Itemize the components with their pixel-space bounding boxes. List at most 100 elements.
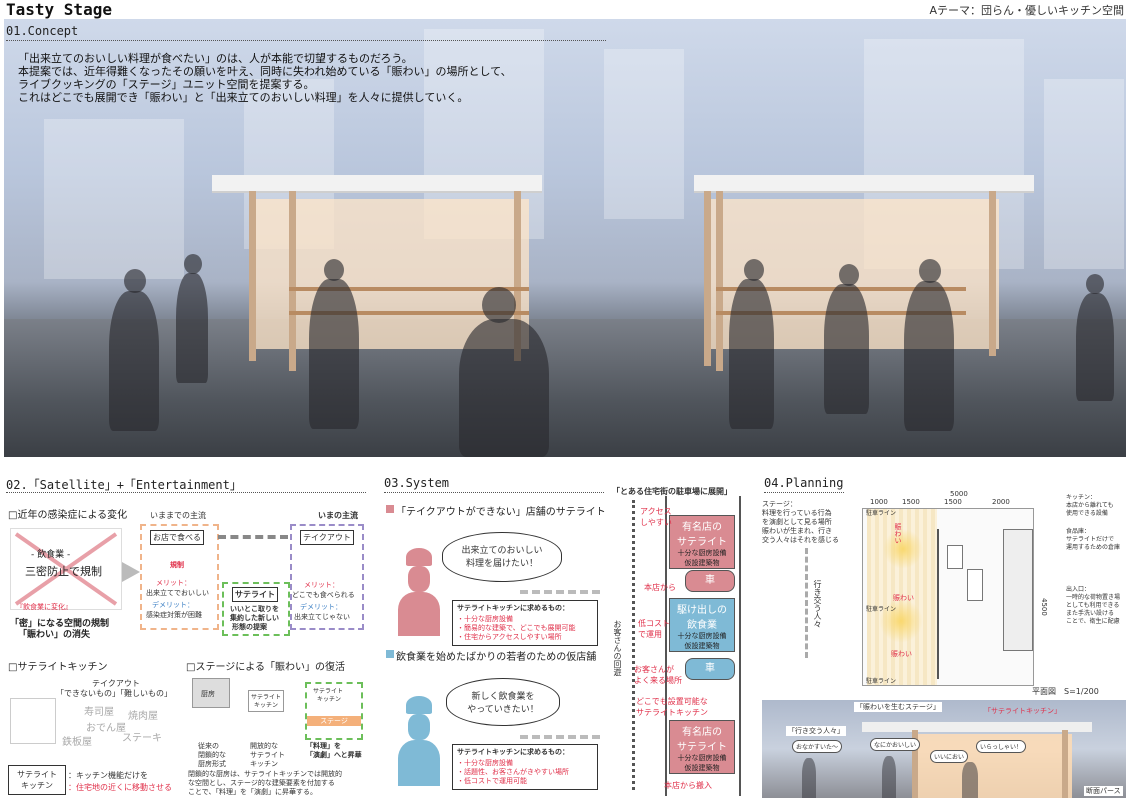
kitchen-note: キッチン： 本店から離れても 使用できる設備 xyxy=(1066,494,1114,518)
note-line: 運用するための倉庫 xyxy=(1066,544,1121,551)
sk-small-label: キッチン xyxy=(254,702,279,709)
anywhere-note: どこでも設置可能な サテライトキッチン xyxy=(636,696,708,718)
sk-label: キッチン xyxy=(21,781,53,790)
concept-line: これはどこでも展開でき「賑わい」と「出来立てのおいしい料理」を人々に提供していく… xyxy=(18,91,469,104)
note-line: 食品庫： xyxy=(1066,528,1091,535)
merit-label: メリット： xyxy=(304,581,339,589)
shop-sub: 十分な厨房設備 xyxy=(677,632,727,640)
shop-name: おでん屋 xyxy=(86,723,126,734)
bubble-line: やっていきたい！ xyxy=(467,705,539,715)
persp-bubble: なにかおいしい xyxy=(870,738,921,751)
merit-label: メリット： xyxy=(156,579,191,587)
chef-silhouette-blue xyxy=(398,696,440,786)
stage-note: ステージ： 料理を行っている行為 を演劇として見る場所 賑わいが生まれ、行き 交… xyxy=(762,500,839,545)
case-b-requirements: サテライトキッチンに求めるもの： ・十分な厨房設備 ・話題性、お客さんがきやすい… xyxy=(452,744,598,790)
shop-sub: 仮設建築物 xyxy=(684,559,720,567)
demerit-label: デメリット： xyxy=(152,601,194,609)
now-label: いまの主流 xyxy=(318,511,358,520)
concept-line: ライブクッキングの「ステージ」ユニット空間を提案する。 xyxy=(18,78,315,91)
famous-shop-1: 有名店の サテライト 十分な厨房設備 仮設建築物 xyxy=(669,515,735,569)
merge-arrow xyxy=(218,535,288,539)
satellite-heading: 02.「Satellite」+「Entertainment」 xyxy=(6,478,242,492)
low-cost-line: 低コスト xyxy=(638,619,670,628)
regulation-label: 規制 xyxy=(170,561,184,569)
shop-line: 飲食業 xyxy=(687,620,717,631)
elevate-line: 「料理」を xyxy=(306,742,341,750)
anywhere-line: サテライトキッチン xyxy=(636,708,708,717)
sk-subheading: □サテライトキッチン xyxy=(8,662,108,673)
crossed-line: 三密防止で規制 xyxy=(25,565,102,578)
case-a-bubble: 出来立てのおいしい 料理を届けたい！ xyxy=(442,532,562,582)
merit-text: どこでも食べられる xyxy=(292,591,355,599)
note-line: キッチン： xyxy=(1066,494,1097,501)
demerit-label: デメリット： xyxy=(300,603,342,611)
elevate-desc: 「料理」を 「演劇」へと昇華 xyxy=(306,742,362,760)
planning-divider xyxy=(764,492,844,493)
demerit-text: 感染症対策が困難 xyxy=(146,611,202,619)
kitchen-old-label: 厨房 xyxy=(201,690,215,698)
crossed-line: - 飲食業 - xyxy=(31,550,71,560)
takeout-bag-icon xyxy=(10,698,56,744)
arrow-right-icon xyxy=(122,562,140,582)
concept-divider xyxy=(6,40,606,41)
covid-subheading: □近年の感染症による変化 xyxy=(8,510,128,521)
people-flow-label: 行き交う人々 xyxy=(813,580,822,628)
closed-desc-line: 厨房形式 xyxy=(198,760,226,768)
shop-sub: 仮設建築物 xyxy=(684,764,720,772)
flow-arrow xyxy=(520,735,600,739)
shop-sub: 仮設建築物 xyxy=(684,642,720,650)
nigiwai-label: 賑わい xyxy=(891,650,912,658)
sk-small-label: キッチン xyxy=(317,696,342,703)
flow-arrow xyxy=(520,590,600,594)
shop-line: サテライト xyxy=(677,742,727,753)
eat-in-label: お店で食べる xyxy=(150,530,204,545)
sk-label: サテライト xyxy=(17,770,57,779)
storage-note: 食品庫： サテライトだけで 運用するための倉庫 xyxy=(1066,528,1120,552)
people-flow-arrow xyxy=(805,548,808,658)
dim-segment: 2000 xyxy=(992,498,1010,506)
customers-line: よく来る場所 xyxy=(634,676,682,685)
anywhere-line: どこでも設置可能な xyxy=(636,697,708,706)
crossed-restaurant: - 飲食業 - 三密防止で規制 xyxy=(10,528,122,610)
persp-bubble: おなかすいた～ xyxy=(792,740,843,753)
car-2: 車 xyxy=(685,658,735,680)
note-line: 交う人々はそれを感じる xyxy=(762,536,839,544)
persp-bubble: いいにおい xyxy=(930,750,969,763)
case-b-title: 飲食業を始めたばかりの若者のための仮店舗 xyxy=(396,652,597,663)
closed-kitchen-icon: 厨房 xyxy=(192,678,230,708)
persp-label: 「行き交う人々」 xyxy=(786,726,846,736)
planning-heading: 04.Planning xyxy=(764,476,844,490)
stage-kitchen-box: サテライト キッチン ステージ xyxy=(305,682,363,740)
note-line: サテライトだけで xyxy=(1066,536,1115,543)
dim-segment: 1000 xyxy=(870,498,888,506)
sink xyxy=(947,545,963,569)
note-line: 料理を行っている行為 xyxy=(762,509,832,517)
note-line: を演劇として見る場所 xyxy=(762,518,832,526)
parking-line-label: 駐車ライン xyxy=(866,678,897,685)
bubble-line: 出来立てのおいしい xyxy=(461,546,543,556)
footnote-line: 閉鎖的な厨房は、サテライトキッチンでは開放的 xyxy=(188,770,342,778)
shop-name: ステーキ xyxy=(122,733,162,744)
concept-line: 「出来立てのおいしい料理が食べたい」のは、人が本能で切望するものだろう。 xyxy=(18,52,413,65)
eat-in-box: お店で食べる 規制 メリット： 出来立てでおいしい デメリット： 感染症対策が困… xyxy=(140,524,219,630)
access-line: アクセス xyxy=(640,507,672,516)
satellite-box: サテライト いいとこ取りを 集約した新しい 形態の提案 xyxy=(222,582,290,636)
note-line: ことで、衛生に配慮 xyxy=(1066,618,1120,625)
note-line: 出入口： xyxy=(1066,586,1091,593)
board-title: Tasty Stage xyxy=(6,0,112,19)
system-heading: 03.System xyxy=(384,476,450,490)
from-shop-note: 本店から xyxy=(644,583,676,592)
section-perspective: 「賑わいを生むステージ」 「サテライトキッチン」 「行き交う人々」 おなかすいた… xyxy=(762,700,1126,798)
bubble-line: 料理を届けたい！ xyxy=(465,559,538,569)
shop-name: 寿司屋 xyxy=(84,707,114,718)
takeout-label: テイクアウト xyxy=(300,530,354,545)
island-counter xyxy=(967,569,983,601)
customers-line: お客さんが xyxy=(634,665,674,674)
change-note: 『飲食業に変化』 xyxy=(16,603,72,611)
open-kitchen-icon: サテライト キッチン xyxy=(248,690,284,712)
persp-label: 「サテライトキッチン」 xyxy=(984,707,1061,715)
open-desc-line: サテライト xyxy=(250,751,285,759)
case-b-bubble: 新しく飲食業を やっていきたい！ xyxy=(446,678,560,726)
sk-desc: ：キッチン機能だけを xyxy=(68,771,148,780)
car-1: 車 xyxy=(685,570,735,592)
